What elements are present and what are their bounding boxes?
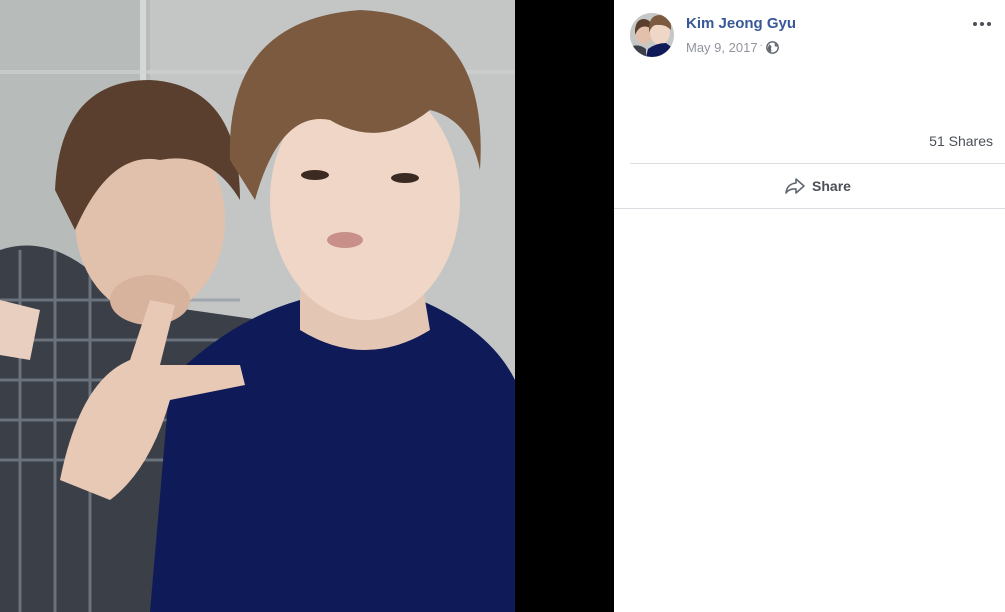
author-avatar[interactable]: [630, 13, 674, 57]
more-options-icon[interactable]: [971, 16, 993, 32]
divider: [614, 208, 1005, 209]
globe-icon[interactable]: [765, 41, 779, 54]
post-sidebar: Kim Jeong Gyu May 9, 2017 · 51 Shares Sh…: [614, 0, 1005, 612]
share-arrow-icon: [784, 177, 806, 195]
meta-separator: ·: [759, 40, 763, 51]
author-name-link[interactable]: Kim Jeong Gyu: [686, 15, 796, 32]
post-header: Kim Jeong Gyu May 9, 2017 ·: [630, 13, 993, 59]
post-date[interactable]: May 9, 2017: [686, 40, 758, 55]
share-button[interactable]: Share: [630, 164, 1005, 208]
more-dot: [973, 22, 977, 26]
more-dot: [980, 22, 984, 26]
post-photo[interactable]: [0, 0, 515, 612]
photo-viewer: [0, 0, 613, 612]
share-button-label: Share: [812, 178, 851, 194]
post-meta: May 9, 2017 ·: [686, 40, 779, 55]
shares-count-link[interactable]: 51 Shares: [929, 133, 993, 149]
more-dot: [987, 22, 991, 26]
